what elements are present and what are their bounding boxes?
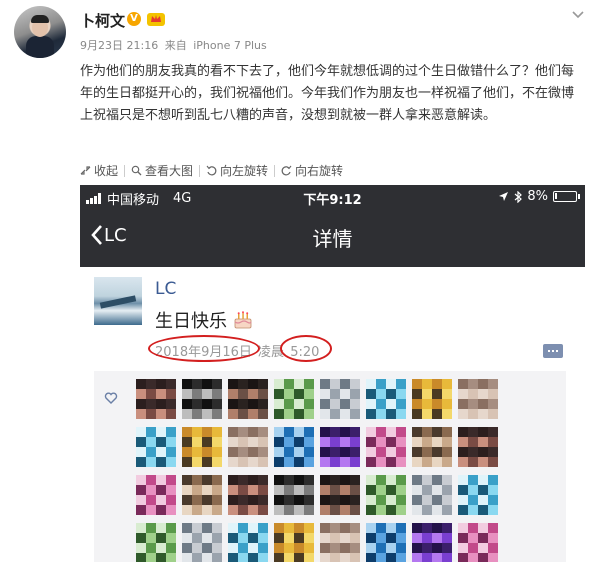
- liker-avatar[interactable]: [136, 523, 176, 562]
- liker-avatar[interactable]: [320, 523, 360, 562]
- post-device[interactable]: iPhone 7 Plus: [193, 39, 267, 52]
- rotate-left-label: 向左旋转: [220, 164, 269, 178]
- liker-avatar[interactable]: [458, 475, 498, 515]
- rotate-right-label: 向右旋转: [295, 164, 344, 178]
- view-large-label: 查看大图: [145, 164, 194, 178]
- nav-title: 详情: [312, 227, 353, 251]
- liker-avatar[interactable]: [320, 379, 360, 419]
- phone-status-bar: 中国移动 4G 下午9:12 8%: [80, 185, 585, 209]
- liker-avatar[interactable]: [228, 475, 268, 515]
- liker-avatar[interactable]: [274, 379, 314, 419]
- chevron-down-icon[interactable]: [571, 8, 585, 22]
- heart-icon: [104, 392, 118, 404]
- liker-avatar[interactable]: [366, 475, 406, 515]
- post-content: 作为他们的朋友我真的看不下去了，他们今年就想低调的过个生日做错什么了？他们每年的…: [80, 64, 575, 123]
- liker-avatar[interactable]: [458, 379, 498, 419]
- liker-avatar[interactable]: [320, 475, 360, 515]
- liker-avatar[interactable]: [182, 379, 222, 419]
- liker-avatar[interactable]: [458, 523, 498, 562]
- liker-avatar[interactable]: [182, 427, 222, 467]
- collapse-label: 收起: [94, 164, 119, 178]
- username[interactable]: 卜柯文: [80, 10, 125, 31]
- location-icon: [499, 192, 509, 201]
- rotate-left-button[interactable]: 向左旋转: [200, 162, 274, 179]
- liker-avatar[interactable]: [228, 523, 268, 562]
- battery-icon: [553, 191, 580, 202]
- liker-avatar[interactable]: [274, 475, 314, 515]
- battery-percent: 8%: [527, 189, 548, 204]
- liker-avatar[interactable]: [136, 475, 176, 515]
- liker-avatar[interactable]: [366, 379, 406, 419]
- post-date[interactable]: 9月23日 21:16: [80, 39, 158, 52]
- date-highlight-circle: [148, 335, 260, 362]
- likes-panel: [94, 371, 566, 562]
- liker-avatar[interactable]: [366, 523, 406, 562]
- liker-avatar[interactable]: [412, 379, 452, 419]
- cake-icon: [234, 311, 252, 329]
- image-toolbar: 收起 查看大图 向左旋转 向右旋转: [80, 162, 349, 179]
- collapse-button[interactable]: 收起: [80, 162, 124, 179]
- liker-avatar[interactable]: [136, 379, 176, 419]
- liker-avatar[interactable]: [274, 523, 314, 562]
- moment-author[interactable]: LC: [155, 279, 176, 299]
- liker-avatar[interactable]: [182, 475, 222, 515]
- liker-avatar[interactable]: [274, 427, 314, 467]
- weibo-post: 卜柯文 V 9月23日 21:16 来自 iPhone 7 Plus 作为他们的…: [0, 0, 600, 562]
- bluetooth-icon: [514, 190, 523, 203]
- rotate-left-icon: [206, 165, 217, 176]
- view-large-button[interactable]: 查看大图: [125, 162, 199, 179]
- liker-avatar[interactable]: [228, 379, 268, 419]
- verified-badge: V: [127, 12, 141, 26]
- moment-avatar[interactable]: [94, 277, 142, 325]
- liker-avatar[interactable]: [412, 523, 452, 562]
- liker-avatar[interactable]: [182, 523, 222, 562]
- liker-avatar[interactable]: [228, 427, 268, 467]
- moment-text-label: 生日快乐: [155, 311, 227, 332]
- moment-card: LC 生日快乐 2018年9月16日 凌晨 5:20: [80, 267, 585, 562]
- post-image[interactable]: 中国移动 4G 下午9:12 8% LC 详情 LC 生日快乐 2018年9月1…: [80, 185, 585, 562]
- liker-avatars: [136, 379, 498, 562]
- liker-avatar[interactable]: [366, 427, 406, 467]
- time-highlight-circle: [280, 335, 332, 362]
- collapse-icon: [80, 166, 91, 175]
- source-prefix: 来自: [164, 39, 187, 52]
- liker-avatar[interactable]: [320, 427, 360, 467]
- rotate-right-button[interactable]: 向右旋转: [275, 162, 349, 179]
- liker-avatar[interactable]: [412, 475, 452, 515]
- comment-icon[interactable]: [543, 344, 563, 358]
- liker-avatar[interactable]: [412, 427, 452, 467]
- moment-text: 生日快乐: [155, 307, 253, 333]
- phone-nav-bar: LC 详情: [80, 209, 585, 267]
- magnifier-icon: [131, 165, 142, 176]
- user-avatar[interactable]: [14, 6, 66, 58]
- liker-avatar[interactable]: [136, 427, 176, 467]
- rotate-right-icon: [281, 165, 292, 176]
- crown-icon: [147, 13, 165, 26]
- liker-avatar[interactable]: [458, 427, 498, 467]
- post-meta: 9月23日 21:16 来自 iPhone 7 Plus: [80, 37, 270, 53]
